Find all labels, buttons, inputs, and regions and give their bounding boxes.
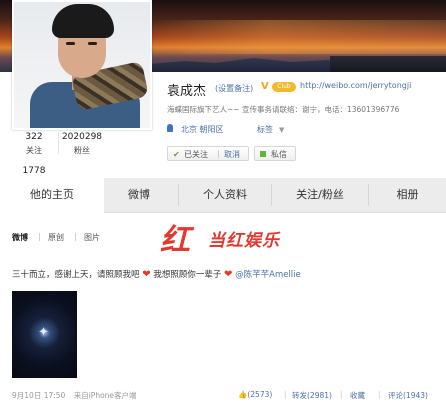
message-label: 私信 bbox=[271, 150, 287, 159]
action-divider: | bbox=[284, 390, 287, 399]
verified-v-icon[interactable]: V bbox=[261, 82, 271, 92]
profile-stats: 322 关注 2020298 粉丝 1778 bbox=[16, 132, 150, 178]
stat-following[interactable]: 322 关注 bbox=[16, 132, 52, 156]
star-light-icon: ✦ bbox=[38, 325, 49, 340]
tab-follow-fans[interactable]: 关注/粉丝 bbox=[272, 178, 368, 212]
heart-icon: ❤ bbox=[224, 269, 233, 280]
profile-name: 袁成杰 bbox=[167, 84, 207, 99]
avatar-eye-left bbox=[66, 42, 75, 45]
tab-album[interactable]: 相册 bbox=[369, 178, 446, 212]
followed-label: 已关注 bbox=[184, 150, 208, 159]
post-text-part: 我想照顾你一辈子 bbox=[153, 270, 222, 280]
post-text: 三十而立，感谢上天，请照顾我吧 ❤ 我想照顾你一辈子 ❤ @陈芊芊Amellie bbox=[12, 268, 301, 280]
user-icon bbox=[167, 124, 173, 132]
tab-weibo[interactable]: 微博 bbox=[104, 178, 174, 212]
filter-original[interactable]: 原创 bbox=[48, 232, 64, 243]
heart-icon: ❤ bbox=[142, 269, 151, 280]
post-date-link[interactable]: 9月10日 17:50 bbox=[12, 391, 65, 400]
thumbs-up-icon: 👍 bbox=[238, 390, 248, 399]
post-text-part: 三十而立，感谢上天，请照顾我吧 bbox=[12, 270, 140, 280]
chevron-down-icon[interactable]: ▼ bbox=[279, 126, 284, 134]
filter-all[interactable]: 微博 bbox=[12, 232, 28, 243]
avatar-eye-right bbox=[88, 42, 97, 45]
avatar-hair bbox=[52, 4, 114, 38]
post-source: 来自iPhone客户端 bbox=[73, 391, 137, 400]
unfollow-link[interactable]: 取消 bbox=[224, 147, 240, 162]
watermark-logo: 红 bbox=[160, 223, 190, 258]
watermark: 红 当红娱乐 bbox=[160, 222, 304, 260]
mention-link[interactable]: @陈芊芊Amellie bbox=[235, 270, 301, 280]
stat-following-count: 322 bbox=[25, 132, 43, 142]
message-icon bbox=[260, 151, 266, 157]
banner-sunset-glow bbox=[150, 20, 446, 54]
profile-location: 北京 朝阳区 bbox=[181, 125, 224, 134]
like-count: (2573) bbox=[247, 390, 273, 399]
button-divider bbox=[218, 150, 219, 158]
filter-divider: | bbox=[74, 232, 77, 241]
profile-intro: 海蝶国际旗下艺人~~ 宣传事务请联络：谢宁，电话：13601396776 bbox=[167, 105, 400, 114]
stat-fans-label: 粉丝 bbox=[74, 146, 90, 155]
stat-fans-count: 2020298 bbox=[61, 132, 103, 142]
stat-weibo[interactable]: 1778 bbox=[16, 166, 52, 176]
action-divider: | bbox=[378, 390, 381, 399]
tab-profile[interactable]: 个人资料 bbox=[179, 178, 271, 212]
filter-divider: | bbox=[38, 232, 41, 241]
repost-button[interactable]: 转发(2981) bbox=[292, 390, 332, 401]
avatar[interactable] bbox=[12, 0, 152, 130]
post-meta: 9月10日 17:50 来自iPhone客户端 bbox=[12, 390, 137, 401]
banner-road bbox=[330, 56, 446, 72]
tab-home[interactable]: 他的主页 bbox=[0, 178, 104, 213]
favorite-button[interactable]: 收藏 bbox=[350, 390, 365, 401]
set-remark-link[interactable]: (设置备注) bbox=[215, 83, 253, 94]
action-divider: | bbox=[340, 390, 343, 399]
stat-divider bbox=[58, 132, 59, 154]
tag-dropdown[interactable]: 标签 bbox=[257, 124, 273, 135]
message-button[interactable]: 私信 bbox=[254, 146, 296, 161]
stat-fans[interactable]: 2020298 粉丝 bbox=[60, 132, 104, 156]
stat-weibo-count: 1778 bbox=[22, 166, 46, 176]
like-button[interactable]: 👍(2573) bbox=[238, 390, 272, 399]
comment-button[interactable]: 评论(1943) bbox=[388, 390, 428, 401]
profile-url-link[interactable]: http://weibo.com/jerrytongji bbox=[300, 81, 411, 90]
filter-images[interactable]: 图片 bbox=[84, 232, 100, 243]
watermark-text: 当红娱乐 bbox=[208, 231, 280, 251]
check-icon: ✔ bbox=[173, 150, 180, 159]
post-image[interactable]: ✦ bbox=[12, 291, 77, 378]
stat-following-label: 关注 bbox=[26, 146, 42, 155]
club-badge[interactable]: Club bbox=[272, 82, 296, 92]
profile-tabs: 他的主页 微博 个人资料 关注/粉丝 相册 bbox=[0, 178, 446, 213]
followed-button[interactable]: ✔ 已关注 取消 bbox=[167, 146, 249, 161]
